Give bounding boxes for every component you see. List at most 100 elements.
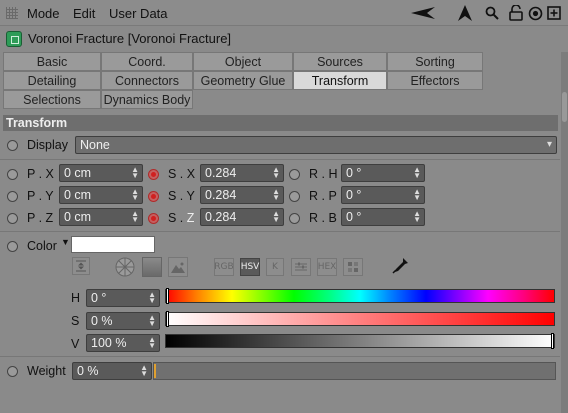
hue-slider-knob[interactable] bbox=[166, 288, 169, 304]
lock-icon[interactable] bbox=[507, 4, 525, 22]
pos-z-value: 0 cm bbox=[64, 210, 92, 224]
scale-z-animate-radio[interactable] bbox=[148, 213, 159, 224]
tab-effectors[interactable]: Effectors bbox=[387, 71, 483, 90]
pos-z-animate-radio[interactable] bbox=[7, 213, 18, 224]
spinner-icon[interactable]: ▲ ▼ bbox=[272, 210, 280, 224]
pos-y-animate-radio[interactable] bbox=[7, 191, 18, 202]
value-slider-knob[interactable] bbox=[551, 333, 554, 349]
tab-dynamics-body[interactable]: Dynamics Body bbox=[101, 90, 193, 109]
rot-p-animate-radio[interactable] bbox=[289, 191, 300, 202]
tab-geometry-glue[interactable]: Geometry Glue bbox=[193, 71, 293, 90]
tab-object[interactable]: Object bbox=[193, 52, 293, 71]
menu-bar: Mode Edit User Data bbox=[0, 0, 568, 26]
hue-label: H bbox=[71, 291, 81, 305]
value-field[interactable]: 100 % ▲ ▼ bbox=[86, 334, 160, 352]
spinner-icon[interactable]: ▲ ▼ bbox=[131, 166, 139, 180]
color-spectrum-icon[interactable] bbox=[142, 257, 162, 277]
color-picker-tool-icon[interactable] bbox=[72, 257, 90, 275]
weight-slider-knob[interactable] bbox=[154, 364, 156, 378]
value-slider[interactable] bbox=[165, 333, 555, 349]
color-expand-icon[interactable]: ▼ bbox=[61, 237, 70, 247]
rot-h-animate-radio[interactable] bbox=[289, 169, 300, 180]
spinner-icon[interactable]: ▲ ▼ bbox=[148, 291, 156, 305]
menu-edit[interactable]: Edit bbox=[73, 6, 95, 21]
spinner-icon[interactable]: ▲ ▼ bbox=[148, 336, 156, 350]
mode-kelvin-button[interactable]: K bbox=[266, 258, 284, 276]
hue-field[interactable]: 0 ° ▲ ▼ bbox=[86, 289, 160, 307]
pos-y-field[interactable]: 0 cm ▲ ▼ bbox=[59, 186, 143, 204]
display-animate-radio[interactable] bbox=[7, 140, 18, 151]
divider bbox=[0, 356, 560, 357]
eyedropper-icon[interactable] bbox=[390, 256, 410, 276]
menu-mode[interactable]: Mode bbox=[27, 6, 60, 21]
scale-y-field[interactable]: 0.284 ▲ ▼ bbox=[200, 186, 284, 204]
pos-x-animate-radio[interactable] bbox=[7, 169, 18, 180]
tab-transform[interactable]: Transform bbox=[293, 71, 387, 90]
pos-x-field[interactable]: 0 cm ▲ ▼ bbox=[59, 164, 143, 182]
rot-b-field[interactable]: 0 ° ▲ ▼ bbox=[341, 208, 425, 226]
tab-sources[interactable]: Sources bbox=[293, 52, 387, 71]
scale-z-field[interactable]: 0.284 ▲ ▼ bbox=[200, 208, 284, 226]
rot-h-label: R . H bbox=[309, 167, 338, 181]
spinner-icon[interactable]: ▲ ▼ bbox=[413, 210, 421, 224]
display-label: Display bbox=[27, 138, 68, 152]
object-title-bar: Voronoi Fracture [Voronoi Fracture] bbox=[0, 27, 568, 51]
spinner-icon[interactable]: ▲ ▼ bbox=[272, 188, 280, 202]
scrollbar-thumb[interactable] bbox=[562, 92, 567, 122]
rot-p-field[interactable]: 0 ° ▲ ▼ bbox=[341, 186, 425, 204]
weight-slider[interactable] bbox=[153, 362, 556, 380]
weight-animate-radio[interactable] bbox=[7, 366, 18, 377]
mode-rgb-button[interactable]: RGB bbox=[214, 258, 234, 276]
image-picker-icon[interactable] bbox=[168, 257, 188, 277]
pos-z-field[interactable]: 0 cm ▲ ▼ bbox=[59, 208, 143, 226]
saturation-slider-knob[interactable] bbox=[166, 311, 169, 327]
tab-basic[interactable]: Basic bbox=[3, 52, 101, 71]
target-icon[interactable] bbox=[526, 4, 544, 22]
spinner-icon[interactable]: ▲ ▼ bbox=[272, 166, 280, 180]
spinner-icon[interactable]: ▲ ▼ bbox=[413, 188, 421, 202]
tab-coord[interactable]: Coord. bbox=[101, 52, 193, 71]
saturation-field[interactable]: 0 % ▲ ▼ bbox=[86, 312, 160, 330]
tab-sorting[interactable]: Sorting bbox=[387, 52, 483, 71]
tab-selections[interactable]: Selections bbox=[3, 90, 101, 109]
color-animate-radio[interactable] bbox=[7, 241, 18, 252]
scale-x-animate-radio[interactable] bbox=[148, 169, 159, 180]
scale-x-field[interactable]: 0.284 ▲ ▼ bbox=[200, 164, 284, 182]
new-panel-icon[interactable] bbox=[545, 4, 563, 22]
mode-hsv-button[interactable]: HSV bbox=[240, 258, 260, 276]
section-header-transform: Transform bbox=[3, 115, 558, 131]
rot-b-label: R . B bbox=[309, 211, 337, 225]
grip-icon[interactable] bbox=[6, 7, 18, 19]
color-wheel-icon[interactable] bbox=[115, 257, 135, 277]
value-label: V bbox=[71, 337, 80, 351]
search-icon[interactable] bbox=[483, 4, 501, 22]
scale-y-value: 0.284 bbox=[205, 188, 237, 202]
saturation-label: S bbox=[71, 314, 80, 328]
scale-x-value: 0.284 bbox=[205, 166, 237, 180]
spinner-icon[interactable]: ▲ ▼ bbox=[131, 210, 139, 224]
mode-swatches-button[interactable] bbox=[343, 258, 363, 276]
mode-sliders-button[interactable] bbox=[291, 258, 311, 276]
spinner-icon[interactable]: ▲ ▼ bbox=[140, 364, 148, 378]
menu-user-data[interactable]: User Data bbox=[109, 6, 168, 21]
weight-field[interactable]: 0 % ▲ ▼ bbox=[72, 362, 152, 380]
back-arrow-icon[interactable] bbox=[410, 4, 436, 22]
tab-connectors[interactable]: Connectors bbox=[101, 71, 193, 90]
spinner-icon[interactable]: ▲ ▼ bbox=[131, 188, 139, 202]
chevron-down-icon: ▾ bbox=[546, 139, 552, 150]
spinner-icon[interactable]: ▲ ▼ bbox=[148, 314, 156, 328]
cursor-up-icon[interactable] bbox=[456, 4, 474, 22]
saturation-slider[interactable] bbox=[165, 311, 555, 327]
spinner-icon[interactable]: ▲ ▼ bbox=[413, 166, 421, 180]
scale-y-animate-radio[interactable] bbox=[148, 191, 159, 202]
hue-slider[interactable] bbox=[165, 288, 555, 304]
scale-y-label: S . Y bbox=[168, 189, 195, 203]
rot-h-field[interactable]: 0 ° ▲ ▼ bbox=[341, 164, 425, 182]
display-dropdown[interactable]: None ▾ bbox=[75, 136, 557, 154]
rot-b-animate-radio[interactable] bbox=[289, 213, 300, 224]
color-swatch[interactable] bbox=[71, 236, 155, 253]
display-value: None bbox=[80, 138, 110, 152]
tab-detailing[interactable]: Detailing bbox=[3, 71, 101, 90]
mode-hex-button[interactable]: HEX bbox=[317, 258, 337, 276]
rot-h-value: 0 ° bbox=[346, 166, 362, 180]
